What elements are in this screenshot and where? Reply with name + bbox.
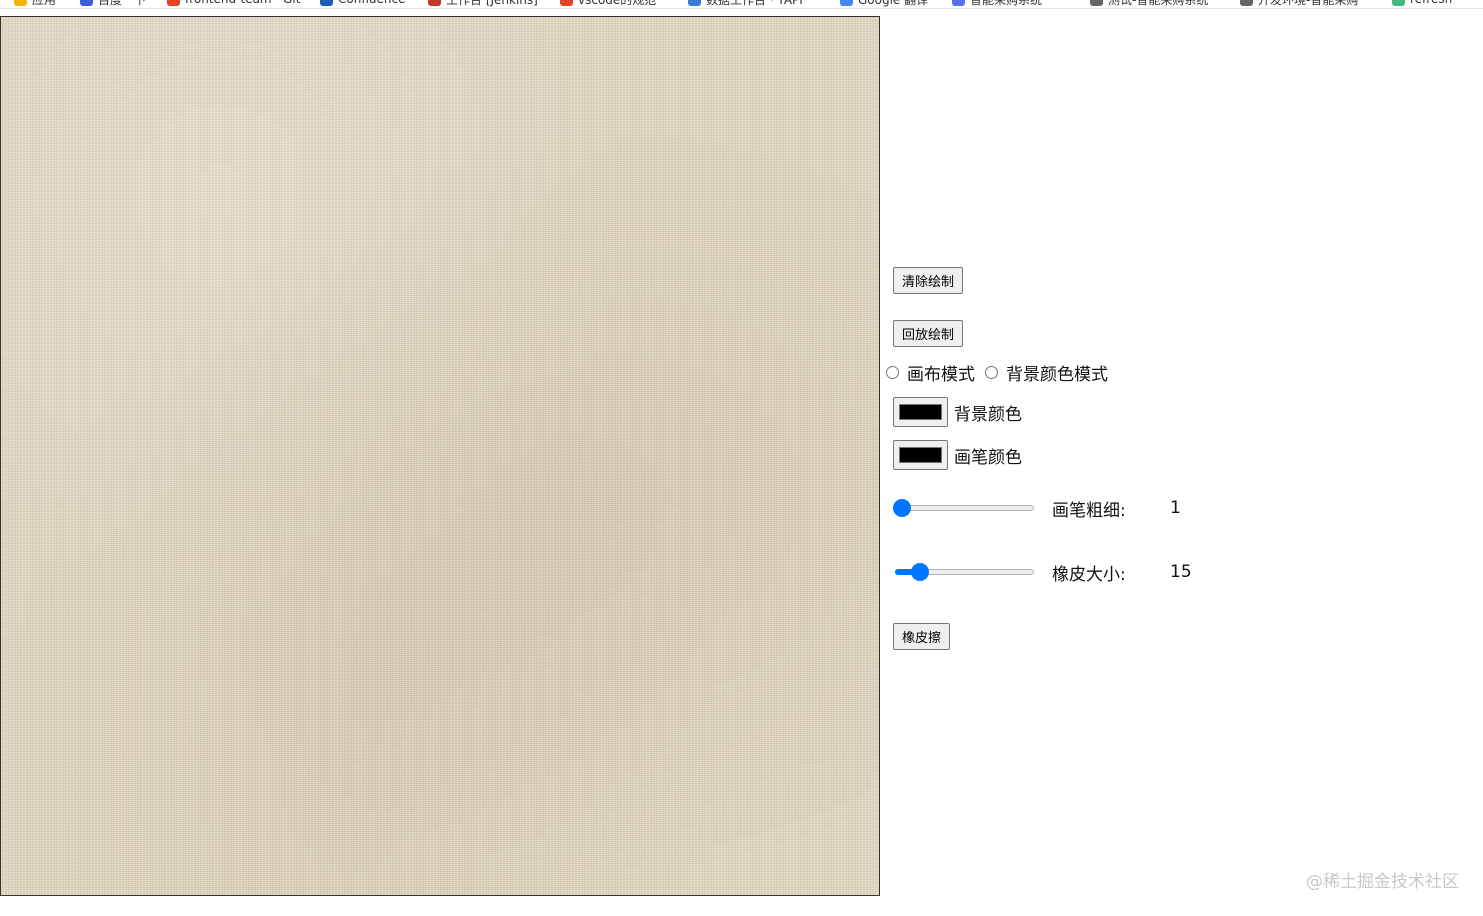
canvas-mode-label[interactable]: 画布模式: [907, 360, 975, 385]
eraser-size-row: 橡皮大小: 15: [893, 560, 1192, 585]
pen-width-row: 画笔粗细: 1: [893, 496, 1181, 521]
confluence-icon: [320, 0, 333, 6]
background-color-row: 背景颜色: [893, 397, 1022, 427]
pen-width-label: 画笔粗细:: [1052, 500, 1126, 521]
clear-drawing-button[interactable]: 清除绘制: [893, 267, 964, 294]
background-color-mode-label[interactable]: 背景颜色模式: [1006, 360, 1108, 385]
bookmark-item[interactable]: Google 翻译: [840, 0, 928, 7]
bookmark-label: 智能采购系统: [970, 0, 1042, 8]
background-color-picker[interactable]: [893, 397, 948, 427]
bookmark-item[interactable]: vscode的规范: [560, 0, 656, 7]
bookmark-item[interactable]: 工作台 [Jenkins]: [428, 0, 538, 7]
bookmark-item[interactable]: 数据工作台 · YAPI: [688, 0, 803, 7]
replay-drawing-button[interactable]: 回放绘制: [893, 320, 964, 347]
eraser-size-label: 橡皮大小:: [1052, 564, 1126, 585]
drawing-canvas[interactable]: [0, 16, 880, 896]
eraser-size-slider[interactable]: [893, 560, 1036, 584]
globe-icon: [1090, 0, 1103, 6]
background-color-label: 背景颜色: [954, 404, 1022, 425]
background-color-mode-radio[interactable]: [985, 365, 998, 379]
pen-width-slider[interactable]: [893, 496, 1036, 520]
pen-width-value: 1: [1170, 498, 1181, 518]
bookmark-item[interactable]: 开发环境-智能采购: [1240, 0, 1358, 7]
pen-color-picker[interactable]: [893, 440, 948, 470]
bookmark-item[interactable]: Confluence: [320, 0, 405, 7]
bookmark-label: 开发环境-智能采购: [1258, 0, 1358, 8]
bookmark-item[interactable]: 应用: [14, 0, 56, 7]
gitlab-icon: [560, 0, 573, 6]
bookmarks-bar: 应用 百度一下 frontend-team · Git Confluence 工作台 […: [0, 0, 1483, 9]
translate-icon: [840, 0, 853, 6]
bookmark-item[interactable]: frontend-team · Git: [167, 0, 300, 7]
baidu-icon: [80, 0, 93, 6]
bookmark-item[interactable]: 智能采购系统: [952, 0, 1042, 7]
slider-thumb[interactable]: [893, 499, 911, 517]
system-icon: [952, 0, 965, 6]
yapi-icon: [688, 0, 701, 6]
bookmark-item[interactable]: 百度一下: [80, 0, 146, 7]
slider-track: [895, 505, 1034, 511]
jenkins-icon: [428, 0, 441, 6]
vue-icon: [1392, 0, 1405, 6]
apps-grid-icon: [14, 0, 27, 6]
bookmark-item[interactable]: refresh: [1392, 0, 1452, 7]
bookmark-label: 数据工作台 · YAPI: [706, 0, 803, 8]
bookmark-label: frontend-team · Git: [185, 0, 300, 6]
pen-color-row: 画笔颜色: [893, 440, 1022, 470]
gitlab-icon: [167, 0, 180, 6]
bookmark-label: 测试-智能采购系统: [1108, 0, 1208, 8]
background-color-swatch: [899, 404, 942, 420]
globe-icon: [1240, 0, 1253, 6]
bookmark-label: 工作台 [Jenkins]: [446, 0, 538, 8]
bookmark-label: Confluence: [338, 0, 405, 6]
bookmark-label: Google 翻译: [858, 0, 928, 8]
bookmark-item[interactable]: 测试-智能采购系统: [1090, 0, 1208, 7]
eraser-button[interactable]: 橡皮擦: [893, 623, 951, 650]
bookmark-label: 百度一下: [98, 0, 146, 8]
eraser-size-value: 15: [1170, 562, 1192, 582]
pen-color-swatch: [899, 447, 942, 463]
pen-color-label: 画笔颜色: [954, 447, 1022, 468]
bookmark-label: 应用: [32, 0, 56, 8]
mode-radio-group: 画布模式 背景颜色模式: [886, 360, 1118, 385]
slider-thumb[interactable]: [910, 563, 929, 581]
watermark: @稀土掘金技术社区: [1306, 872, 1459, 892]
bookmark-label: refresh: [1410, 0, 1452, 6]
bookmark-label: vscode的规范: [578, 0, 656, 8]
canvas-mode-radio[interactable]: [886, 365, 899, 379]
